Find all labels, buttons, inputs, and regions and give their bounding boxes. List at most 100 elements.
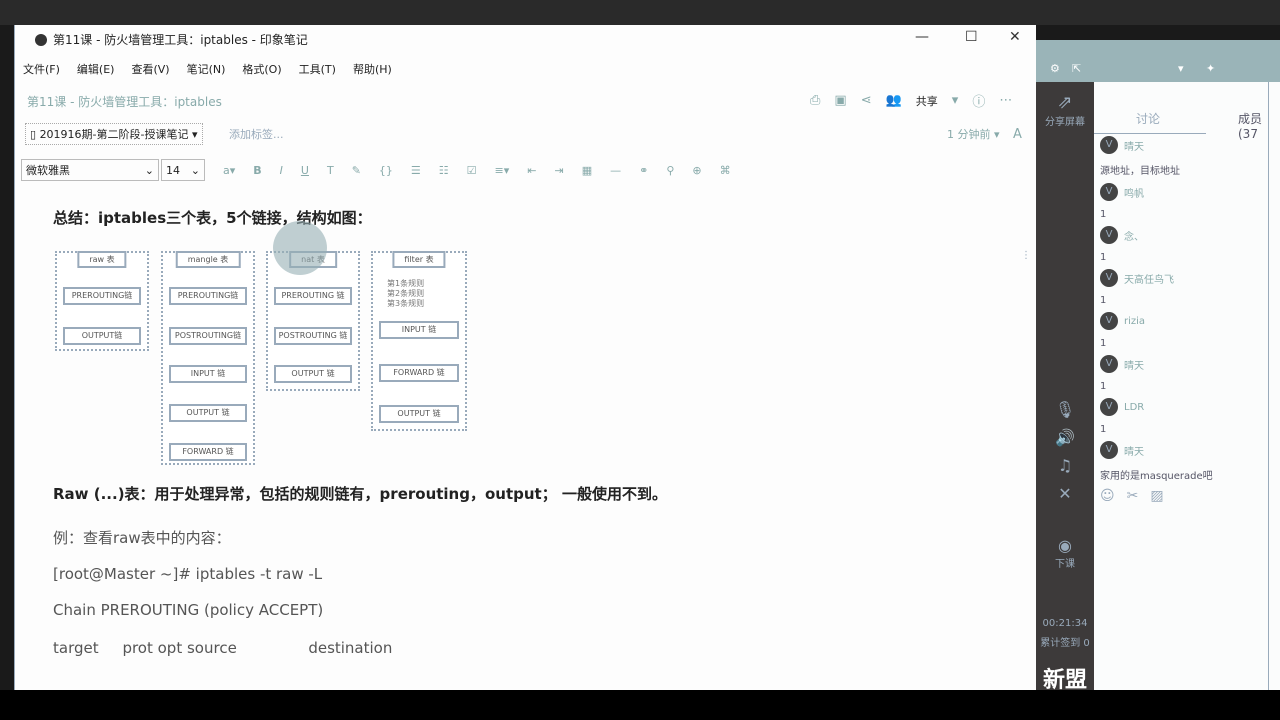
share-button[interactable]: 共享 <box>916 93 938 109</box>
chat-message: V 晴天 源地址，目标地址 <box>1100 136 1265 177</box>
link-icon[interactable]: ⚭ <box>639 164 648 177</box>
share-screen-button[interactable]: ⇗ 分享屏幕 <box>1036 92 1094 128</box>
notebook-name: 201916期-第二阶段-授课笔记 <box>39 128 189 141</box>
tools-icon[interactable]: ✕ <box>1036 484 1094 503</box>
end-class-button[interactable]: ◉ 下课 <box>1036 536 1094 570</box>
dropdown-icon[interactable]: ▾ <box>952 93 959 108</box>
iptables-diagram: raw 表 PREROUTING链 OUTPUT链 mangle 表 PRERO… <box>41 247 471 467</box>
chat-header: ⚙ ⇱ ▾ ✦ <box>1036 40 1280 82</box>
font-size: 14 <box>166 163 180 177</box>
numbered-list-icon[interactable]: ☷ <box>439 164 449 177</box>
filter-table: filter 表 第1条规则 第2条规则 第3条规则 INPUT 链 FORWARD… <box>371 251 467 431</box>
chain: FORWARD 链 <box>169 443 247 461</box>
format-icon[interactable]: ⌘ <box>720 164 731 177</box>
notebook-selector[interactable]: ▯ 201916期-第二阶段-授课笔记 ▾ <box>25 123 203 145</box>
menu-bar: 文件(F) 编辑(E) 查看(V) 笔记(N) 格式(O) 工具(T) 帮助(H… <box>23 61 392 77</box>
avatar: V <box>1100 312 1118 330</box>
print-icon[interactable]: ⎙ <box>810 93 820 108</box>
chain: OUTPUT 链 <box>169 404 247 422</box>
align-icon[interactable]: ≡▾ <box>495 164 510 177</box>
summary-heading: 总结：iptables三个表，5个链接，结构如图： <box>53 209 372 227</box>
scissors-icon[interactable]: ✂ <box>1127 488 1139 504</box>
chain: POSTROUTING 链 <box>274 327 352 345</box>
settings-icon[interactable]: ⚙ <box>1050 62 1060 75</box>
maximize-button[interactable]: ☐ <box>965 29 978 45</box>
table-icon[interactable]: ▦ <box>582 164 592 177</box>
highlight-icon[interactable]: ✎ <box>352 164 361 177</box>
checkbox-icon[interactable]: ☑ <box>467 164 477 177</box>
font-family-select[interactable]: 微软雅黑 ⌄ <box>21 159 159 181</box>
music-icon[interactable]: ♫ <box>1036 456 1094 475</box>
chain: INPUT 链 <box>169 365 247 383</box>
font-size-select[interactable]: 14 ⌄ <box>161 159 205 181</box>
info-icon[interactable]: ⓘ <box>972 91 985 110</box>
tab-underline <box>1094 133 1206 134</box>
note-title[interactable]: 第11课 - 防火墙管理工具：iptables <box>27 93 222 110</box>
scrollbar[interactable]: ⋮ <box>1021 250 1031 261</box>
emoji-icon[interactable]: ☺ <box>1100 488 1115 504</box>
image-icon[interactable]: ▨ <box>1150 488 1163 504</box>
updated-time[interactable]: 1 分钟前 <box>947 128 991 141</box>
underline-icon[interactable]: U <box>301 164 309 177</box>
share-screen-label: 分享屏幕 <box>1045 117 1085 128</box>
font-a-icon[interactable]: A <box>1013 127 1022 142</box>
menu-note[interactable]: 笔记(N) <box>187 61 226 77</box>
minimize-button[interactable]: — <box>915 29 929 45</box>
add-tag-input[interactable]: 添加标签... <box>229 126 284 142</box>
chat-message: V 念、 1 <box>1100 226 1265 263</box>
message-text: 1 <box>1100 295 1107 306</box>
speaker-icon[interactable]: 🔊 <box>1036 428 1094 447</box>
close-button[interactable]: ✕ <box>1009 29 1021 45</box>
more-icon[interactable]: ⊕ <box>692 164 701 177</box>
microphone-icon[interactable]: 🎙 <box>1036 400 1094 419</box>
outdent-icon[interactable]: ⇤ <box>527 164 536 177</box>
italic-icon[interactable]: I <box>280 164 283 177</box>
menu-format[interactable]: 格式(O) <box>242 61 281 77</box>
share-icon[interactable]: ⋖ <box>861 93 872 108</box>
raw-table: raw 表 PREROUTING链 OUTPUT链 <box>55 251 149 351</box>
top-strip <box>0 0 1280 25</box>
popout-icon[interactable]: ⇱ <box>1072 62 1081 75</box>
title-bar: 第11课 - 防火墙管理工具：iptables - 印象笔记 <box>35 31 308 48</box>
tab-discussion[interactable]: 讨论 <box>1136 110 1160 127</box>
checkin-stats: 累计签到 0 <box>1040 638 1090 649</box>
code-icon[interactable]: {} <box>379 164 393 177</box>
command-line: [root@Master ~]# iptables -t raw -L <box>53 565 323 583</box>
chain: POSTROUTING链 <box>169 327 247 345</box>
notebook-icon: ▯ <box>30 128 40 141</box>
avatar: V <box>1100 441 1118 459</box>
bullet-list-icon[interactable]: ☰ <box>411 164 421 177</box>
mangle-table: mangle 表 PREROUTING链 POSTROUTING链 INPUT … <box>161 251 255 465</box>
share-screen-icon: ⇗ <box>1057 92 1073 113</box>
bold-icon[interactable]: B <box>253 164 261 177</box>
message-user: 晴天 <box>1124 141 1144 153</box>
message-user: 天高任鸟飞 <box>1124 274 1174 286</box>
dropdown-icon[interactable]: ▾ <box>1178 62 1184 75</box>
menu-edit[interactable]: 编辑(E) <box>77 61 115 77</box>
menu-file[interactable]: 文件(F) <box>23 61 60 77</box>
font-color-icon[interactable]: a▾ <box>223 164 235 177</box>
message-user: 晴天 <box>1124 360 1144 372</box>
menu-tools[interactable]: 工具(T) <box>299 61 336 77</box>
chat-message: V 晴天 家用的是masquerade吧 <box>1100 441 1265 482</box>
share-people-icon[interactable]: 👥 <box>886 93 902 108</box>
nat-table: nat 表 PREROUTING 链 POSTROUTING 链 OUTPUT … <box>266 251 360 391</box>
strikethrough-icon[interactable]: T <box>327 164 334 177</box>
message-text: 1 <box>1100 381 1107 392</box>
more-icon[interactable]: ⋯ <box>999 93 1012 108</box>
menu-view[interactable]: 查看(V) <box>131 61 169 77</box>
format-toolbar: 微软雅黑 ⌄ 14 ⌄ a▾ B I U T ✎ {} ☰ ☷ ☑ ≡▾ ⇤ ⇥ ▦… <box>21 158 731 182</box>
message-text: 源地址，目标地址 <box>1100 166 1180 177</box>
rule: 第3条规则 <box>387 299 425 308</box>
chat-message: V 晴天 1 <box>1100 355 1265 392</box>
avatar: V <box>1100 269 1118 287</box>
divider-icon[interactable]: — <box>610 164 621 177</box>
menu-help[interactable]: 帮助(H) <box>353 61 392 77</box>
pin-icon[interactable]: ✦ <box>1206 62 1215 75</box>
avatar: V <box>1100 398 1118 416</box>
table-name: mangle 表 <box>175 251 241 268</box>
attachment-icon[interactable]: ⚲ <box>666 164 674 177</box>
chat-message: V 鸣帆 1 <box>1100 183 1265 220</box>
indent-icon[interactable]: ⇥ <box>555 164 564 177</box>
present-icon[interactable]: ▣ <box>834 93 846 108</box>
